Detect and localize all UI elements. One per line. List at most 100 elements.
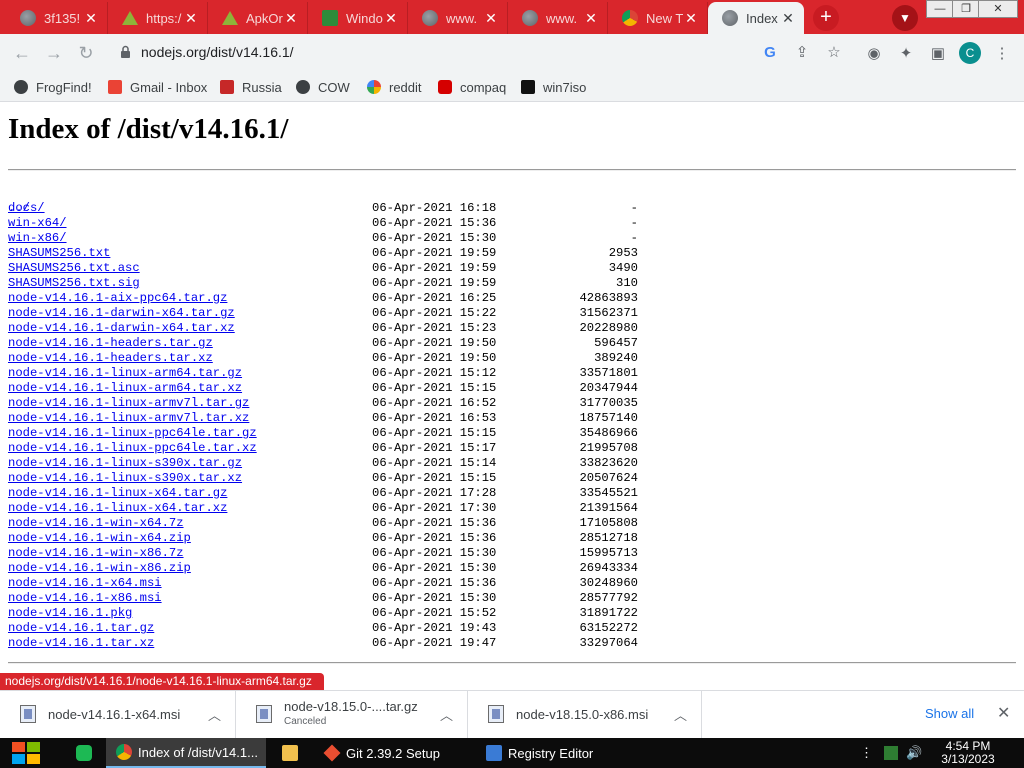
- chevron-up-icon[interactable]: ︿: [440, 705, 453, 724]
- close-icon[interactable]: ✕: [283, 10, 299, 27]
- network-icon[interactable]: [884, 746, 898, 760]
- file-link[interactable]: node-v14.16.1-linux-x64.tar.xz: [8, 501, 227, 516]
- forward-button[interactable]: →: [42, 42, 66, 66]
- file-link[interactable]: node-v14.16.1.pkg: [8, 606, 132, 621]
- file-row: node-v14.16.1.tar.gz 06-Apr-2021 19:43 631…: [8, 621, 638, 636]
- file-link[interactable]: node-v14.16.1-linux-s390x.tar.xz: [8, 471, 242, 486]
- taskbar-registry-editor[interactable]: Registry Editor: [476, 738, 626, 768]
- close-icon[interactable]: ✕: [483, 10, 499, 27]
- file-link[interactable]: SHASUMS256.txt: [8, 246, 110, 261]
- taskbar-explorer[interactable]: [272, 738, 312, 768]
- bookmark-gmail[interactable]: Gmail - Inbox: [108, 78, 207, 96]
- back-button[interactable]: ←: [10, 42, 34, 66]
- file-link[interactable]: node-v14.16.1-win-x64.7z: [8, 516, 184, 531]
- chevron-up-icon[interactable]: ︿: [208, 705, 221, 724]
- file-link[interactable]: node-v14.16.1.tar.gz: [8, 621, 154, 636]
- close-icon[interactable]: ✕: [83, 10, 99, 27]
- bookmark-frogfind[interactable]: FrogFind!: [14, 78, 92, 96]
- file-link[interactable]: node-v14.16.1-x64.msi: [8, 576, 162, 591]
- file-link[interactable]: node-v14.16.1-headers.tar.xz: [8, 351, 213, 366]
- tab-title: 3f135!: [44, 10, 81, 26]
- taskbar-chrome-window[interactable]: Index of /dist/v14.1...: [106, 738, 266, 768]
- file-link[interactable]: node-v14.16.1.tar.xz: [8, 636, 154, 651]
- file-link[interactable]: node-v14.16.1-win-x64.zip: [8, 531, 191, 546]
- menu-kebab-icon[interactable]: ⋮: [992, 44, 1012, 64]
- windows-start-icon[interactable]: [10, 738, 42, 768]
- file-link[interactable]: win-x86/: [8, 231, 67, 246]
- file-date: 06-Apr-2021 16:25: [372, 291, 497, 305]
- file-link[interactable]: node-v14.16.1-win-x86.zip: [8, 561, 191, 576]
- profile-avatar[interactable]: C: [959, 42, 981, 64]
- file-link[interactable]: node-v14.16.1-aix-ppc64.tar.gz: [8, 291, 227, 306]
- close-icon[interactable]: ✕: [383, 10, 399, 27]
- restore-button[interactable]: ❐: [952, 0, 980, 18]
- bookmark-compaq[interactable]: compaq: [438, 78, 506, 96]
- file-link[interactable]: node-v14.16.1-linux-arm64.tar.xz: [8, 381, 242, 396]
- tab-2[interactable]: ApkOr ✕: [208, 2, 308, 34]
- minimize-button[interactable]: —: [926, 0, 954, 18]
- tab-4[interactable]: www. ✕: [408, 2, 508, 34]
- task-label: Index of /dist/v14.1...: [138, 744, 258, 760]
- close-icon[interactable]: ✕: [780, 10, 796, 27]
- file-date: 06-Apr-2021 15:17: [372, 441, 497, 455]
- clock[interactable]: 4:54 PM 3/13/2023: [940, 740, 996, 766]
- google-lens-icon[interactable]: G: [760, 43, 780, 63]
- side-panel-icon[interactable]: ▣: [928, 44, 948, 64]
- file-link[interactable]: node-v14.16.1-linux-ppc64le.tar.xz: [8, 441, 257, 456]
- reload-button[interactable]: ↻: [74, 42, 98, 66]
- new-tab-button[interactable]: +: [813, 5, 839, 31]
- show-all-downloads-link[interactable]: Show all: [925, 706, 974, 721]
- file-link[interactable]: node-v14.16.1-linux-ppc64le.tar.gz: [8, 426, 257, 441]
- close-icon[interactable]: ✕: [183, 10, 199, 27]
- bookmark-star-icon[interactable]: ☆: [824, 43, 844, 63]
- window-close-button[interactable]: ✕: [978, 0, 1018, 18]
- tab-7-active[interactable]: Index ✕: [708, 2, 804, 34]
- taskbar-pinned-app[interactable]: [66, 738, 100, 768]
- file-link[interactable]: node-v14.16.1-win-x86.7z: [8, 546, 184, 561]
- download-item[interactable]: node-v14.16.1-x64.msi ︿: [0, 691, 236, 739]
- close-icon[interactable]: ✕: [683, 10, 699, 27]
- file-link[interactable]: node-v14.16.1-linux-s390x.tar.gz: [8, 456, 242, 471]
- file-link[interactable]: node-v14.16.1-linux-armv7l.tar.gz: [8, 396, 249, 411]
- file-link[interactable]: node-v14.16.1-linux-arm64.tar.gz: [8, 366, 242, 381]
- volume-icon[interactable]: 🔊: [906, 746, 922, 760]
- task-label: Registry Editor: [508, 745, 594, 761]
- file-size: 596457: [594, 336, 638, 350]
- file-row: node-v14.16.1-win-x64.zip 06-Apr-2021 15:…: [8, 531, 638, 546]
- file-link[interactable]: SHASUMS256.txt.sig: [8, 276, 140, 291]
- file-link[interactable]: node-v14.16.1-linux-armv7l.tar.xz: [8, 411, 249, 426]
- close-icon[interactable]: ✕: [583, 10, 599, 27]
- tab-search-button[interactable]: ▼: [892, 5, 918, 31]
- share-icon[interactable]: ⇪: [792, 43, 812, 63]
- file-link[interactable]: node-v14.16.1-linux-x64.tar.gz: [8, 486, 227, 501]
- gmail-icon: [108, 80, 122, 94]
- puzzle-extensions-icon[interactable]: ✦: [896, 44, 916, 64]
- file-link[interactable]: node-v14.16.1-darwin-x64.tar.gz: [8, 306, 235, 321]
- download-item[interactable]: node-v18.15.0-x86.msi ︿: [468, 691, 702, 739]
- file-link[interactable]: docs/: [8, 201, 45, 216]
- tab-5[interactable]: www. ✕: [508, 2, 608, 34]
- bookmark-win7iso[interactable]: win7iso: [521, 78, 586, 96]
- chevron-up-icon[interactable]: ︿: [674, 705, 687, 724]
- tab-0[interactable]: 3f135! ✕: [6, 2, 108, 34]
- url-text[interactable]: nodejs.org/dist/v14.16.1/: [141, 44, 294, 60]
- close-icon[interactable]: ✕: [997, 703, 1010, 723]
- file-link[interactable]: node-v14.16.1-x86.msi: [8, 591, 162, 606]
- tab-1[interactable]: https:/ ✕: [108, 2, 208, 34]
- bookmark-russia[interactable]: Russia: [220, 78, 282, 96]
- download-item[interactable]: node-v18.15.0-....tar.gz Canceled ︿: [236, 691, 468, 739]
- bookmark-cow[interactable]: COW: [296, 78, 350, 96]
- extension-icon[interactable]: ◉: [864, 44, 884, 64]
- tray-overflow-icon[interactable]: ⋮: [860, 746, 874, 760]
- file-link[interactable]: win-x64/: [8, 216, 67, 231]
- tab-3[interactable]: Windo ✕: [308, 2, 408, 34]
- tab-6[interactable]: New T ✕: [608, 2, 708, 34]
- address-bar[interactable]: nodejs.org/dist/v14.16.1/ G ⇪ ☆: [108, 39, 854, 67]
- taskbar-git-setup[interactable]: Git 2.39.2 Setup: [314, 738, 470, 768]
- file-link[interactable]: node-v14.16.1-darwin-x64.tar.xz: [8, 321, 235, 336]
- lock-icon[interactable]: [120, 45, 131, 59]
- divider: [8, 169, 1016, 171]
- file-link[interactable]: SHASUMS256.txt.asc: [8, 261, 140, 276]
- bookmark-reddit[interactable]: reddit: [367, 78, 422, 96]
- file-link[interactable]: node-v14.16.1-headers.tar.gz: [8, 336, 213, 351]
